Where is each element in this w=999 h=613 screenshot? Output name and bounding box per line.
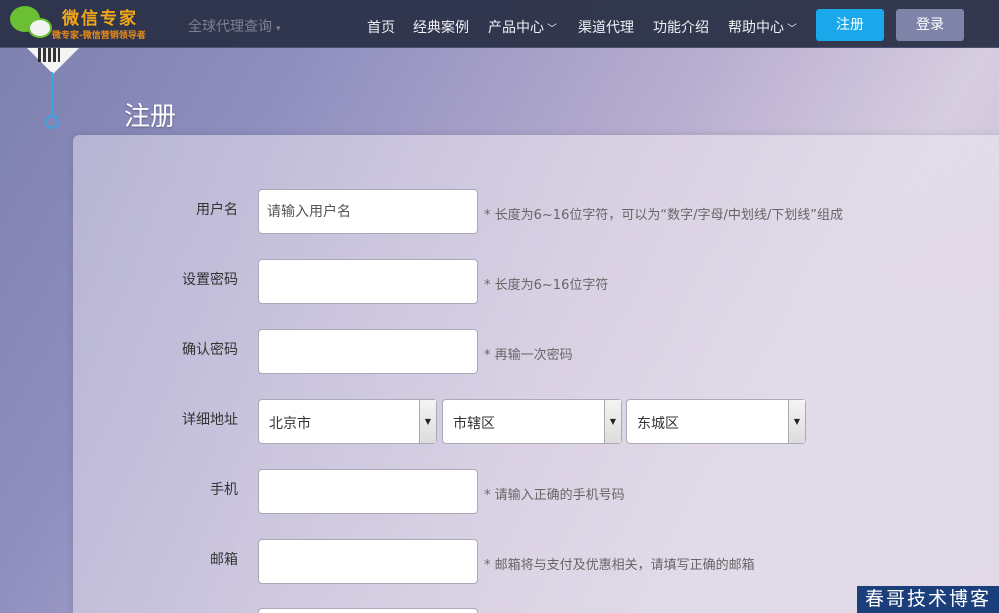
phone-label: 手机 xyxy=(210,482,238,498)
timeline-line xyxy=(51,72,53,116)
register-button[interactable]: 注册 xyxy=(816,9,884,41)
nav-item-channels[interactable]: 渠道代理 xyxy=(578,17,634,37)
phone-input[interactable] xyxy=(258,469,478,514)
qr-code-icon xyxy=(38,48,60,62)
agent-query-label: 全球代理查询 xyxy=(188,19,272,35)
nav-item-products[interactable]: 产品中心 ﹀ xyxy=(488,17,557,37)
page-title: 注册 xyxy=(124,102,177,132)
password-label: 设置密码 xyxy=(182,272,238,288)
email-hint: * 邮箱将与支付及优惠相关，请填写正确的邮箱 xyxy=(484,558,755,573)
brand-subtitle: 微专家-微信营销领导者 xyxy=(52,31,146,41)
brand-logo[interactable]: 微信专家 微专家-微信营销领导者 xyxy=(8,4,158,44)
confirm-password-hint: * 再输一次密码 xyxy=(484,348,573,363)
email-input[interactable] xyxy=(258,539,478,584)
nav-item-help[interactable]: 帮助中心 ﹀ xyxy=(728,17,797,37)
nav-item-products-label: 产品中心 xyxy=(488,20,544,36)
timeline-dot xyxy=(45,115,59,129)
password-input[interactable] xyxy=(258,259,478,304)
watermark: 春哥技术博客 xyxy=(857,586,999,613)
province-select[interactable]: 北京市 ▼ xyxy=(258,399,437,444)
dropdown-arrow-icon: ▼ xyxy=(419,400,436,443)
nav-item-home[interactable]: 首页 xyxy=(367,17,395,37)
city-value: 市辖区 xyxy=(453,416,495,432)
district-select[interactable]: 东城区 ▼ xyxy=(626,399,806,444)
city-select[interactable]: 市辖区 ▼ xyxy=(442,399,622,444)
brand-title: 微信专家 xyxy=(62,9,138,29)
dropdown-arrow-icon: ▼ xyxy=(788,400,805,443)
username-hint: * 长度为6~16位字符，可以为“数字/字母/中划线/下划线”组成 xyxy=(484,208,843,223)
confirm-password-input[interactable] xyxy=(258,329,478,374)
top-nav-bar: 微信专家 微专家-微信营销领导者 全球代理查询 ▾ 首页 经典案例 产品中心 ﹀ 渠… xyxy=(0,0,999,48)
username-input[interactable] xyxy=(258,189,478,234)
address-label: 详细地址 xyxy=(182,412,238,428)
login-button[interactable]: 登录 xyxy=(896,9,964,41)
phone-hint: * 请输入正确的手机号码 xyxy=(484,488,625,503)
password-hint: * 长度为6~16位字符 xyxy=(484,278,609,293)
chevron-down-icon: ﹀ xyxy=(547,24,557,35)
confirm-password-label: 确认密码 xyxy=(182,342,238,358)
wechat-bubble-small-icon xyxy=(28,18,52,38)
nav-item-cases[interactable]: 经典案例 xyxy=(413,17,469,37)
email-label: 邮箱 xyxy=(210,552,238,568)
province-value: 北京市 xyxy=(269,416,311,432)
username-label: 用户名 xyxy=(196,202,238,218)
chevron-down-icon: ﹀ xyxy=(787,24,797,35)
next-field-input[interactable] xyxy=(258,608,478,613)
nav-item-features[interactable]: 功能介绍 xyxy=(653,17,709,37)
agent-query-dropdown[interactable]: 全球代理查询 ▾ xyxy=(188,16,281,36)
caret-down-icon: ▾ xyxy=(276,24,281,34)
nav-item-help-label: 帮助中心 xyxy=(728,20,784,36)
district-value: 东城区 xyxy=(637,416,679,432)
dropdown-arrow-icon: ▼ xyxy=(604,400,621,443)
